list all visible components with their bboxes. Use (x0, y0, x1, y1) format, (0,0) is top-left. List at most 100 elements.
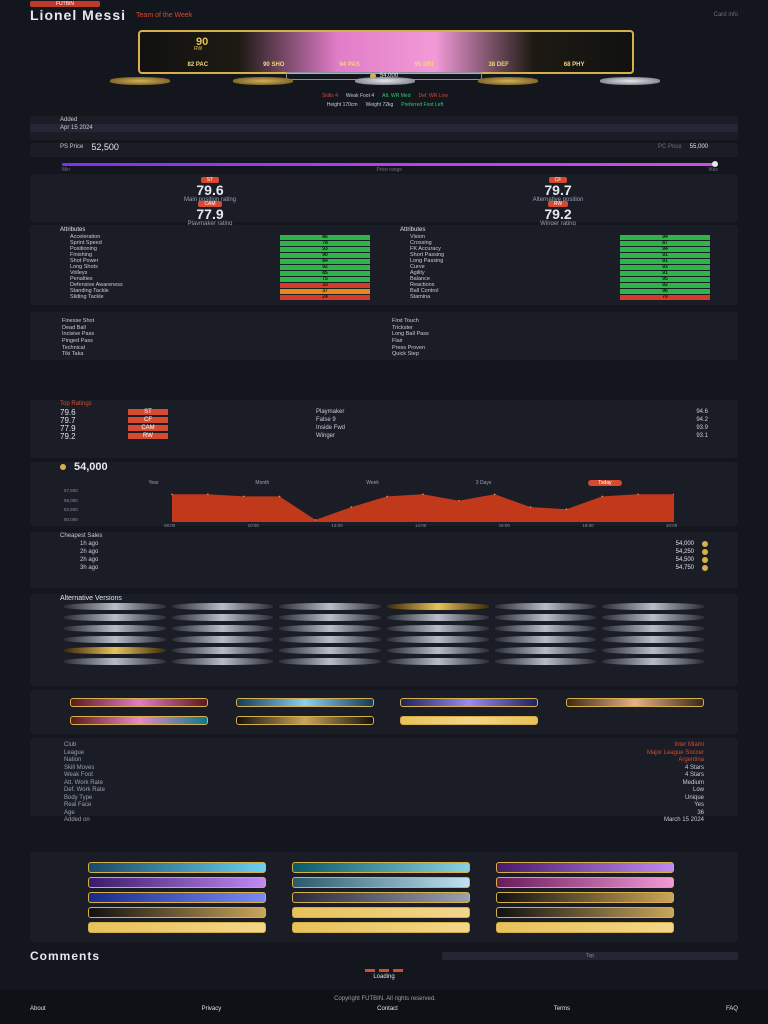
footer-link[interactable]: About (30, 1006, 46, 1012)
chem-style-icon[interactable] (494, 614, 597, 621)
playstyle-item[interactable]: Press Proven (392, 345, 702, 351)
chem-style-icon[interactable] (171, 636, 274, 643)
version-card[interactable] (88, 877, 266, 888)
footer-link[interactable]: Terms (554, 1006, 570, 1012)
chem-style-icon[interactable] (64, 658, 166, 665)
player-card: 90 RW 82 PAC 90 SHO 94 PAS 95 DRI 38 DEF… (138, 30, 634, 74)
info-value[interactable]: Argentina (350, 757, 704, 765)
footer-link[interactable]: Privacy (202, 1006, 222, 1012)
chem-style-icon[interactable] (386, 625, 489, 632)
version-card[interactable] (292, 877, 470, 888)
chem-style-icon[interactable] (386, 658, 489, 665)
ratings-row[interactable]: 79.6 ST Playmaker 94.6 (30, 408, 738, 417)
info-value[interactable]: Inter Miami (350, 742, 704, 750)
footer-link[interactable]: Contact (377, 1006, 398, 1012)
badge-icon[interactable] (600, 77, 660, 85)
version-card[interactable] (496, 877, 674, 888)
chem-style-icon[interactable] (171, 625, 274, 632)
chem-style-icon[interactable] (602, 647, 704, 654)
version-card[interactable] (88, 892, 266, 903)
playstyle-item[interactable]: Incisive Pass (62, 331, 372, 337)
mini-card[interactable] (400, 716, 538, 725)
badge-icon[interactable] (477, 77, 538, 85)
chem-style-icon[interactable] (171, 647, 274, 654)
chem-style-icon[interactable] (494, 603, 597, 610)
chem-style-icon[interactable] (494, 625, 597, 632)
version-card[interactable] (292, 907, 470, 918)
chem-style-icon[interactable] (171, 603, 274, 610)
playstyle-item[interactable]: Tiki Taka (62, 351, 372, 357)
chem-style-icon[interactable] (386, 636, 489, 643)
chem-style-icon[interactable] (64, 603, 166, 610)
chem-style-icon[interactable] (386, 614, 489, 621)
mini-card[interactable] (236, 716, 374, 725)
version-card[interactable] (88, 862, 266, 873)
chem-style-icon[interactable] (64, 614, 166, 621)
playstyle-item[interactable]: Flair (392, 338, 702, 344)
version-card[interactable] (292, 862, 470, 873)
version-card[interactable] (292, 892, 470, 903)
version-card[interactable] (496, 907, 674, 918)
badge-icon[interactable] (355, 77, 415, 85)
chem-style-icon[interactable] (494, 636, 597, 643)
version-card[interactable] (496, 892, 674, 903)
ratings-row[interactable]: 79.7 CF False 9 94.2 (30, 416, 738, 425)
version-card[interactable] (88, 922, 266, 933)
chem-style-icon[interactable] (602, 658, 704, 665)
mini-card[interactable] (566, 698, 704, 707)
price-section: PS Price 52,500 PC Price 55,000 (30, 142, 738, 157)
chem-style-icon[interactable] (602, 636, 704, 643)
chem-style-icon[interactable] (602, 625, 704, 632)
version-card[interactable] (88, 907, 266, 918)
chem-style-icon[interactable] (64, 636, 166, 643)
chem-style-icon[interactable] (494, 647, 597, 654)
chem-style-icon[interactable] (494, 658, 597, 665)
chem-style-icon[interactable] (602, 603, 704, 610)
chem-style-icon[interactable] (279, 603, 381, 610)
chem-style-icon[interactable] (386, 647, 489, 654)
ratings-row[interactable]: 77.9 CAM Inside Fwd 93.9 (30, 424, 738, 433)
chem-style-icon[interactable] (602, 614, 704, 621)
attributes-right: Attributes Vision 94 Crossing 87 FK Accuracy… (370, 227, 710, 300)
card-stat: 68 PHY (563, 62, 585, 68)
chem-style-icon[interactable] (171, 658, 274, 665)
ratings-heading: Top Ratings (60, 401, 92, 407)
alt-heading: Alternative Versions (60, 594, 122, 602)
playstyle-item[interactable]: Quick Step (392, 351, 702, 357)
mini-card[interactable] (70, 716, 208, 725)
chem-style-icon[interactable] (279, 647, 381, 654)
playstyle-item[interactable]: Pinged Pass (62, 338, 372, 344)
chem-style-icon[interactable] (279, 636, 381, 643)
badge-icon[interactable] (110, 77, 170, 85)
version-card[interactable] (496, 922, 674, 933)
playstyle-item[interactable]: Long Ball Pass (392, 331, 702, 337)
version-card[interactable] (496, 862, 674, 873)
ratings-row[interactable]: 79.2 RW Winger 93.1 (30, 431, 738, 441)
mini-card[interactable] (236, 698, 374, 707)
playstyle-item[interactable]: Trickster (392, 325, 702, 331)
chem-style-icon[interactable] (171, 614, 274, 621)
chem-style-icon[interactable] (279, 625, 381, 632)
chem-style-icon[interactable] (279, 614, 381, 621)
rating-value: 79.2 (60, 431, 76, 441)
info-value: Unique (684, 794, 704, 801)
card-info-link[interactable]: Card info (714, 12, 738, 18)
comments-sort[interactable]: Top (442, 952, 738, 960)
footer-link[interactable]: FAQ (726, 1006, 738, 1012)
info-label: Real Face (64, 802, 92, 808)
playstyle-item[interactable]: First Touch (392, 318, 702, 324)
info-value[interactable]: Major League Soccer (350, 750, 704, 758)
card-type[interactable]: Team of the Week (136, 12, 192, 19)
chem-style-icon[interactable] (64, 625, 166, 632)
playstyle-item[interactable]: Dead Ball (62, 325, 372, 331)
badge-icon[interactable] (232, 77, 293, 85)
mini-card[interactable] (400, 698, 538, 707)
chem-style-icon[interactable] (386, 603, 489, 610)
version-card[interactable] (292, 922, 470, 933)
playstyle-item[interactable]: Finesse Shot (62, 318, 372, 324)
chem-style-icon[interactable] (279, 658, 381, 665)
chem-style-icon[interactable] (64, 647, 166, 654)
mini-card[interactable] (70, 698, 208, 707)
playstyle-item[interactable]: Technical (62, 345, 372, 351)
role-value: 94.2 (696, 417, 708, 423)
